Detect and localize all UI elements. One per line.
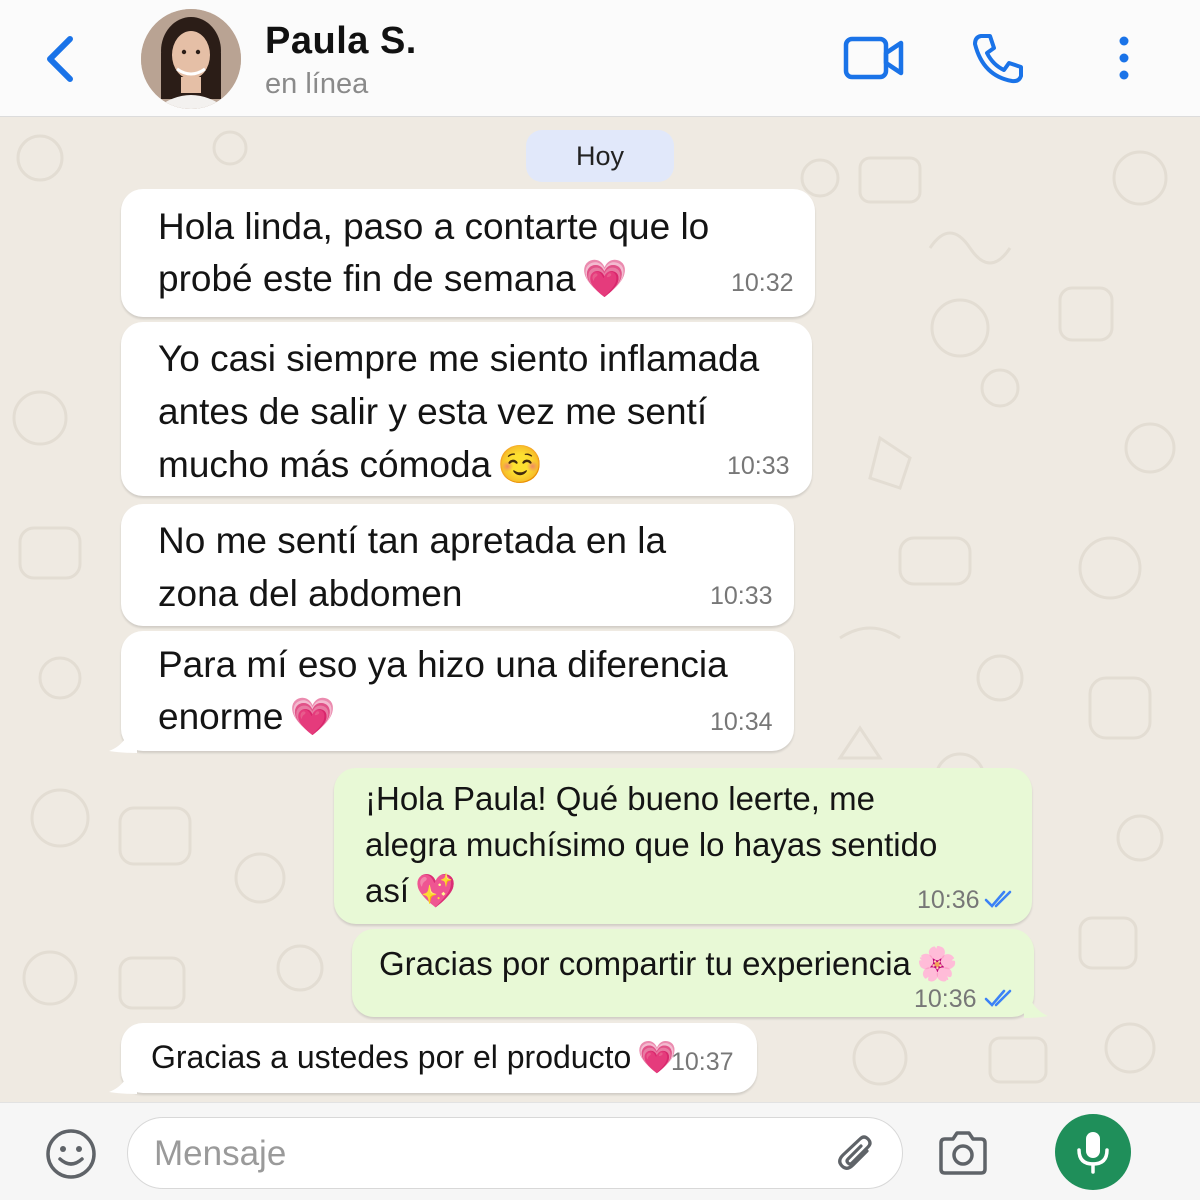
message-bubble-outgoing[interactable]: ¡Hola Paula! Qué bueno leerte, me alegra… [334, 768, 1032, 924]
contact-status: en línea [265, 68, 369, 100]
message-text: Yo casi siempre me siento inflamada ante… [158, 338, 760, 485]
message-time: 10:33 [727, 452, 790, 480]
message-bubble-incoming[interactable]: Hola linda, paso a contarte que lo probé… [121, 189, 815, 317]
mic-button[interactable] [1055, 1114, 1131, 1190]
chat-area[interactable]: Hoy Hola linda, paso a contarte que lo p… [0, 118, 1200, 1102]
phone-icon[interactable] [971, 32, 1025, 84]
emoji-icon[interactable] [44, 1127, 98, 1181]
more-vert-icon[interactable] [1110, 33, 1138, 83]
message-text: Para mí eso ya hizo una diferencia enorm… [158, 644, 728, 737]
contact-name[interactable]: Paula S. [265, 20, 417, 63]
bubble-tail [109, 727, 137, 753]
bubble-tail [1024, 994, 1048, 1018]
message-time: 10:32 [731, 269, 794, 297]
camera-icon[interactable] [937, 1131, 989, 1175]
bubble-tail [109, 1068, 137, 1094]
day-separator: Hoy [526, 130, 674, 182]
message-text: No me sentí tan apretada en la zona del … [158, 520, 667, 614]
message-text: Gracias por compartir tu experiencia [379, 945, 911, 982]
avatar[interactable] [141, 9, 241, 109]
message-bubble-outgoing[interactable]: Gracias por compartir tu experiencia 🌸 10… [352, 929, 1034, 1017]
emoji-pink-heart: 💗 [581, 258, 628, 299]
message-bubble-incoming[interactable]: Yo casi siempre me siento inflamada ante… [121, 322, 812, 496]
back-arrow-icon[interactable] [40, 33, 84, 85]
message-time: 10:36 [914, 985, 977, 1013]
message-text: Gracias a ustedes por el producto [151, 1039, 632, 1075]
mic-icon [1077, 1132, 1109, 1174]
message-bubble-incoming[interactable]: Para mí eso ya hizo una diferencia enorm… [121, 631, 794, 751]
emoji-smiling-face: ☺️ [497, 444, 544, 485]
message-bubble-incoming[interactable]: Gracias a ustedes por el producto 💗 10:37 [121, 1023, 757, 1093]
message-input-placeholder: Mensaje [154, 1134, 287, 1173]
emoji-cherry-blossom: 🌸 [916, 945, 958, 982]
chat-header: Paula S. en línea [0, 0, 1200, 117]
emoji-sparkling-heart: 💖 [415, 872, 457, 909]
read-receipt-icon [984, 890, 1012, 908]
message-bubble-incoming[interactable]: No me sentí tan apretada en la zona del … [121, 504, 794, 626]
message-time: 10:37 [671, 1048, 734, 1076]
video-call-icon[interactable] [843, 34, 905, 82]
message-time: 10:34 [710, 708, 773, 736]
message-composer: Mensaje [0, 1102, 1200, 1200]
message-time: 10:36 [917, 886, 980, 914]
message-time: 10:33 [710, 582, 773, 610]
read-receipt-icon [984, 989, 1012, 1007]
avatar-photo [141, 9, 241, 109]
attach-icon[interactable] [833, 1131, 881, 1177]
emoji-pink-heart: 💗 [289, 696, 336, 737]
message-input[interactable]: Mensaje [127, 1117, 903, 1189]
